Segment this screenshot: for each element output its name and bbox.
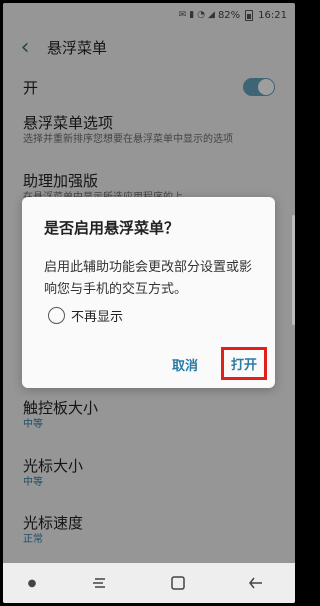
nav-dot-button[interactable]: ● <box>22 568 42 598</box>
dot-icon: ● <box>27 577 37 589</box>
phone-screen: ✉ ▮ ◔ ◢ 82% 16:21 ‹ 悬浮菜单 开 悬浮菜单选项 选择并重新排… <box>3 3 295 603</box>
home-icon <box>171 576 185 590</box>
back-arrow-icon <box>249 577 262 589</box>
checkbox-label: 不再显示 <box>71 310 124 325</box>
cancel-button[interactable]: 取消 <box>172 355 198 374</box>
dont-show-again-checkbox[interactable]: 不再显示 <box>48 306 123 325</box>
home-button[interactable] <box>158 568 198 598</box>
open-button-highlight: 打开 <box>221 347 267 380</box>
dialog-message: 启用此辅助功能会更改部分设置或影响您与手机的交互方式。 <box>44 260 253 297</box>
edge-panel-handle[interactable] <box>292 215 295 325</box>
dialog-title: 是否启用悬浮菜单？ <box>44 219 180 237</box>
nav-back-button[interactable] <box>236 568 276 598</box>
open-button[interactable]: 打开 <box>231 354 257 373</box>
checkbox-circle-icon[interactable] <box>48 307 65 324</box>
enable-floating-menu-dialog: 是否启用悬浮菜单？ 启用此辅助功能会更改部分设置或影响您与手机的交互方式。 不再… <box>22 197 275 388</box>
recent-apps-button[interactable] <box>80 568 120 598</box>
recent-apps-icon <box>93 578 105 588</box>
navigation-bar: ● <box>3 563 295 603</box>
